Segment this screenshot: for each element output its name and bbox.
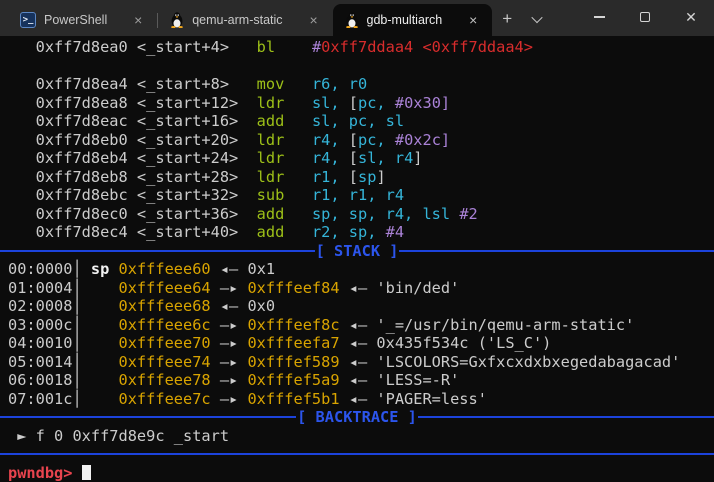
disasm-line: 0xff7d8eb0 <_start+20> ldr r4, [pc, #0x2… — [8, 131, 712, 150]
terminal-body[interactable]: 0xff7d8ea0 <_start+4> bl #0xff7ddaa4 <0x… — [0, 36, 714, 482]
disasm-line: 0xff7d8eac <_start+16> add sl, pc, sl — [8, 112, 712, 131]
tab-strip: >_ PowerShell × qemu-arm-static × — [0, 0, 492, 36]
disasm-line: 0xff7d8ea0 <_start+4> bl #0xff7ddaa4 <0x… — [8, 38, 712, 57]
minimize-button[interactable] — [576, 0, 622, 34]
tab-gdb-multiarch[interactable]: gdb-multiarch × — [333, 4, 493, 36]
disasm-line: 0xff7d8eb8 <_start+28> ldr r1, [sp] — [8, 168, 712, 187]
powershell-icon: >_ — [20, 12, 36, 28]
stack-line: 02:0008│ 0xfffeee68 ◂— 0x0 — [8, 297, 712, 316]
titlebar: >_ PowerShell × qemu-arm-static × — [0, 0, 714, 36]
minimize-icon — [594, 16, 605, 18]
close-icon: ✕ — [685, 10, 697, 24]
stack-line: 06:0018│ 0xfffeee78 —▸ 0xfffef5a9 ◂— 'LE… — [8, 371, 712, 390]
tab-qemu-arm-static[interactable]: qemu-arm-static × — [158, 4, 332, 36]
close-window-button[interactable]: ✕ — [668, 0, 714, 34]
chevron-down-icon — [532, 12, 543, 23]
terminal-cursor — [82, 465, 91, 480]
close-tab-icon[interactable]: × — [129, 11, 147, 29]
disasm-line: 0xff7d8ec0 <_start+36> add sp, sp, r4, l… — [8, 205, 712, 224]
new-tab-button[interactable]: + — [492, 4, 522, 34]
stack-line: 00:0000│ sp 0xfffeee60 ◂— 0x1 — [8, 260, 712, 279]
disasm-line: 0xff7d8ec4 <_start+40> add r2, sp, #4 — [8, 223, 712, 242]
disasm-line: 0xff7d8ea4 <_start+8> mov r6, r0 — [8, 75, 712, 94]
tux-icon — [345, 12, 359, 28]
stack-line: 04:0010│ 0xfffeee70 —▸ 0xfffeefa7 ◂— 0x4… — [8, 334, 712, 353]
blank-line — [8, 57, 712, 76]
tab-powershell[interactable]: >_ PowerShell × — [8, 4, 157, 36]
plus-icon: + — [502, 9, 512, 29]
maximize-icon — [640, 12, 650, 22]
disasm-line: 0xff7d8ea8 <_start+12> ldr sl, [pc, #0x3… — [8, 94, 712, 113]
stack-line: 05:0014│ 0xfffeee74 —▸ 0xfffef589 ◂— 'LS… — [8, 353, 712, 372]
section-label: [ BACKTRACE ] — [296, 408, 418, 427]
tab-dropdown-button[interactable] — [522, 4, 552, 34]
stack-line: 01:0004│ 0xfffeee64 —▸ 0xfffeef84 ◂— 'bi… — [8, 279, 712, 298]
window-controls: ✕ — [576, 0, 714, 34]
close-tab-icon[interactable]: × — [464, 11, 482, 29]
stack-separator: [ STACK ] — [0, 242, 714, 261]
disasm-line: 0xff7d8ebc <_start+32> sub r1, r1, r4 — [8, 186, 712, 205]
tux-icon — [170, 12, 184, 28]
tab-label: qemu-arm-static — [192, 13, 282, 27]
tab-label: gdb-multiarch — [367, 13, 443, 27]
bottom-separator — [0, 445, 714, 464]
backtrace-separator: [ BACKTRACE ] — [0, 408, 714, 427]
stack-line: 03:000c│ 0xfffeee6c —▸ 0xfffeef8c ◂— '_=… — [8, 316, 712, 335]
close-tab-icon[interactable]: × — [305, 11, 323, 29]
disasm-line: 0xff7d8eb4 <_start+24> ldr r4, [sl, r4] — [8, 149, 712, 168]
maximize-button[interactable] — [622, 0, 668, 34]
section-label: [ STACK ] — [315, 242, 400, 261]
stack-line: 07:001c│ 0xfffeee7c —▸ 0xfffef5b1 ◂— 'PA… — [8, 390, 712, 409]
backtrace-line: ► f 0 0xff7d8e9c _start — [8, 427, 712, 446]
prompt-line: pwndbg> — [8, 464, 712, 482]
tab-label: PowerShell — [44, 13, 107, 27]
